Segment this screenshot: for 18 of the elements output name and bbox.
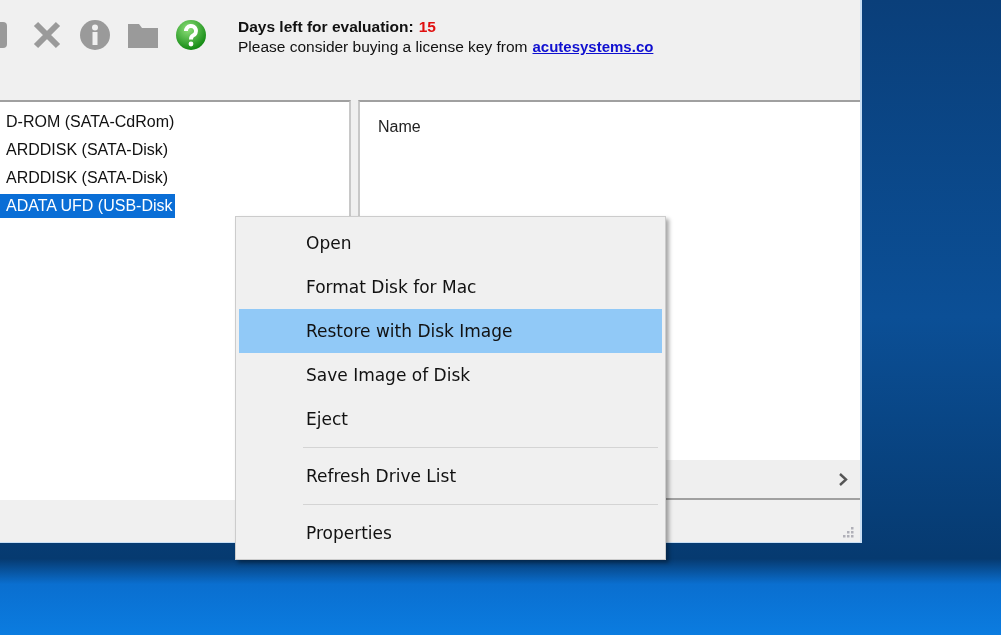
website-link[interactable]: acutesystems.co bbox=[532, 38, 654, 56]
menu-item[interactable]: Open bbox=[239, 221, 662, 265]
days-count: 15 bbox=[418, 18, 436, 36]
menu-item[interactable]: Save Image of Disk bbox=[239, 353, 662, 397]
evaluation-label: Days left for evaluation: bbox=[238, 18, 414, 36]
menu-item[interactable]: Properties bbox=[239, 511, 662, 555]
resize-grip-icon[interactable] bbox=[842, 526, 854, 538]
drive-item[interactable]: D-ROM (SATA-CdRom) bbox=[0, 110, 177, 134]
drive-item[interactable]: ARDDISK (SATA-Disk) bbox=[0, 138, 171, 162]
chevron-right-icon[interactable] bbox=[839, 472, 848, 486]
menu-item[interactable]: Restore with Disk Image bbox=[239, 309, 662, 353]
drive-item[interactable]: ADATA UFD (USB-Disk bbox=[0, 194, 175, 218]
menu-item[interactable]: Format Disk for Mac bbox=[239, 265, 662, 309]
menu-item[interactable]: Eject bbox=[239, 397, 662, 441]
help-icon[interactable] bbox=[175, 19, 207, 51]
drive-item[interactable]: ARDDISK (SATA-Disk) bbox=[0, 166, 171, 190]
menu-item[interactable]: Refresh Drive List bbox=[239, 454, 662, 498]
license-message: Please consider buying a license key from bbox=[238, 38, 528, 56]
